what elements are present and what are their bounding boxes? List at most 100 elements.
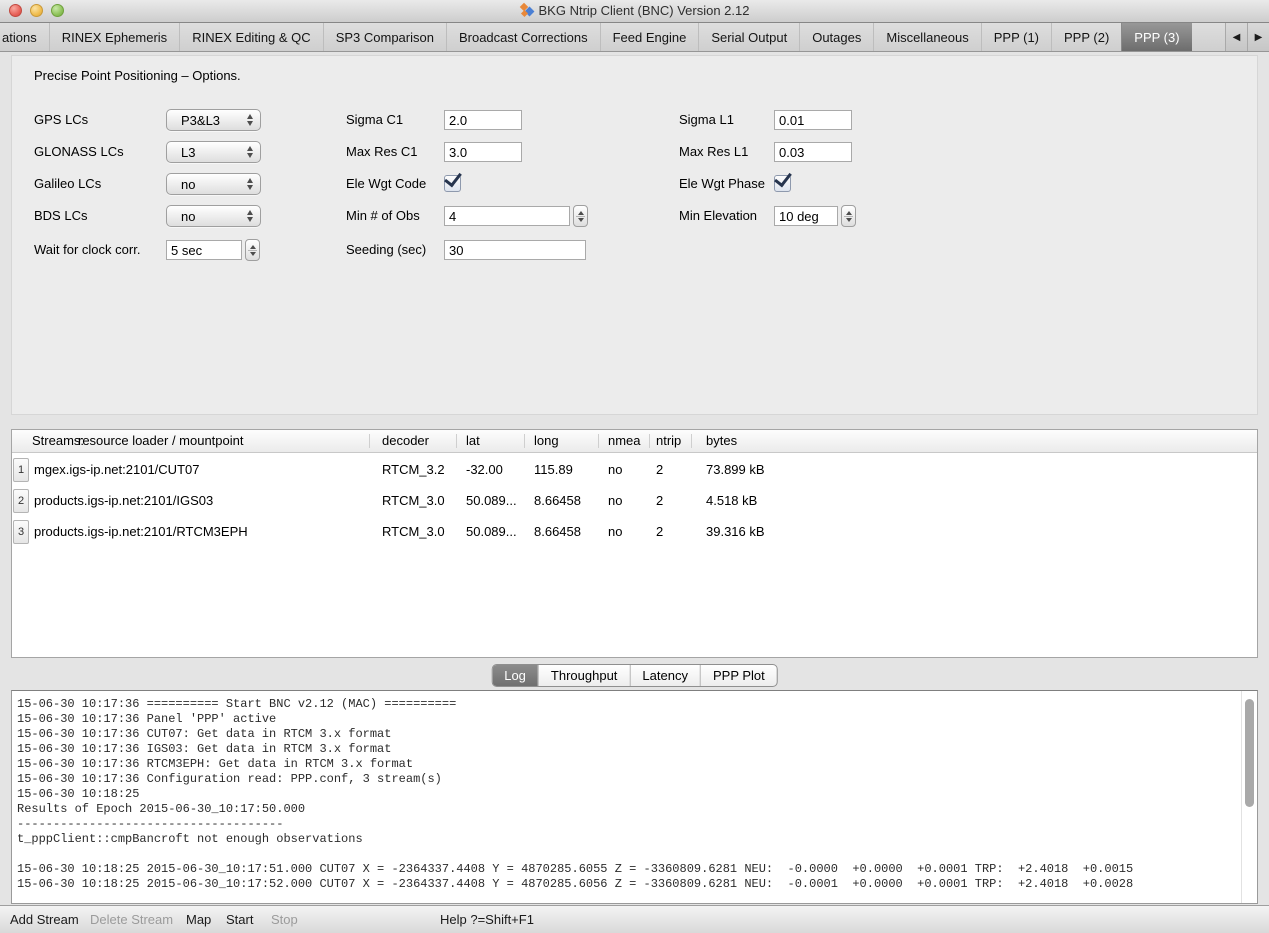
cell-ntrip: 2 [656,518,663,546]
min-elevation-stepper[interactable] [841,205,856,227]
checkmark-icon [774,169,792,188]
tab-feed-engine[interactable]: Feed Engine [600,23,699,51]
sigma-c1-label: Sigma C1 [346,110,403,130]
header-bytes: bytes [706,430,737,452]
min-elevation-input[interactable] [774,206,838,226]
min-obs-stepper[interactable] [573,205,588,227]
cell-bytes: 4.518 kB [706,487,757,515]
min-obs-input[interactable] [444,206,570,226]
status-bar: Add Stream Delete Stream Map Start Stop … [0,905,1269,933]
title-bar[interactable]: BKG Ntrip Client (BNC) Version 2.12 [0,0,1269,23]
updown-arrows-icon [247,146,253,158]
gps-lcs-value: P3&L3 [167,113,247,128]
bnc-app-icon [520,4,535,17]
tab-ppp-2[interactable]: PPP (2) [1051,23,1121,51]
gps-lcs-label: GPS LCs [34,110,88,130]
log-scrollbar[interactable] [1241,691,1257,903]
seeding-input[interactable] [444,240,586,260]
header-long: long [534,430,559,452]
tab-ppp-3[interactable]: PPP (3) [1121,23,1191,51]
stop-button[interactable]: Stop [271,906,298,933]
gps-lcs-dropdown[interactable]: P3&L3 [166,109,261,131]
delete-stream-button[interactable]: Delete Stream [90,906,173,933]
log-line: t_pppClient::cmpBancroft not enough obse… [17,832,1239,847]
tab-latency[interactable]: Latency [629,665,700,686]
header-streams: Streams: [32,430,84,452]
ele-wgt-phase-checkbox[interactable] [774,175,791,192]
galileo-lcs-dropdown[interactable]: no [166,173,261,195]
updown-arrows-icon [247,178,253,190]
add-stream-button[interactable]: Add Stream [10,906,79,933]
tab-rinex-ephemeris[interactable]: RINEX Ephemeris [49,23,179,51]
streams-table: Streams: resource loader / mountpoint de… [11,429,1258,658]
header-nmea: nmea [608,430,641,452]
cell-lat: 50.089... [466,487,517,515]
cell-ntrip: 2 [656,456,663,484]
cell-ntrip: 2 [656,487,663,515]
triangle-left-icon: ◀ [1233,32,1241,43]
tab-ppp-1[interactable]: PPP (1) [981,23,1051,51]
tab-serial-output[interactable]: Serial Output [698,23,799,51]
cell-lat: -32.00 [466,456,503,484]
header-lat: lat [466,430,480,452]
cell-mountpoint: products.igs-ip.net:2101/IGS03 [34,487,213,515]
log-line: 15-06-30 10:17:36 Panel 'PPP' active [17,712,1239,727]
tab-rinex-editing-qc[interactable]: RINEX Editing & QC [179,23,323,51]
streams-table-header[interactable]: Streams: resource loader / mountpoint de… [12,430,1257,453]
cell-nmea: no [608,487,622,515]
sigma-l1-input[interactable] [774,110,852,130]
header-ntrip: ntrip [656,430,681,452]
log-line: 15-06-30 10:17:36 ========== Start BNC v… [17,697,1239,712]
cell-mountpoint: mgex.igs-ip.net:2101/CUT07 [34,456,199,484]
tab-scroll-left-button[interactable]: ◀ [1225,23,1247,51]
sigma-c1-input[interactable] [444,110,522,130]
log-line: 15-06-30 10:17:36 Configuration read: PP… [17,772,1239,787]
tab-throughput[interactable]: Throughput [538,665,630,686]
tab-ppp-plot[interactable]: PPP Plot [700,665,777,686]
start-button[interactable]: Start [226,906,253,933]
ele-wgt-phase-label: Ele Wgt Phase [679,174,765,194]
max-res-c1-input[interactable] [444,142,522,162]
log-pane[interactable]: 15-06-30 10:17:36 ========== Start BNC v… [11,690,1258,904]
triangle-right-icon: ▶ [1255,32,1263,43]
ele-wgt-code-label: Ele Wgt Code [346,174,426,194]
log-line: 15-06-30 10:17:36 IGS03: Get data in RTC… [17,742,1239,757]
tab-sp3-comparison[interactable]: SP3 Comparison [323,23,446,51]
header-decoder: decoder [382,430,429,452]
row-number[interactable]: 3 [13,520,29,544]
log-scrollbar-thumb[interactable] [1245,699,1254,807]
row-number[interactable]: 1 [13,458,29,482]
bds-lcs-label: BDS LCs [34,206,87,226]
bds-lcs-dropdown[interactable]: no [166,205,261,227]
wait-clock-input[interactable] [166,240,242,260]
main-tab-bar: ations RINEX Ephemeris RINEX Editing & Q… [0,23,1269,52]
glonass-lcs-dropdown[interactable]: L3 [166,141,261,163]
tab-broadcast-corrections[interactable]: Broadcast Corrections [446,23,600,51]
tab-miscellaneous[interactable]: Miscellaneous [873,23,980,51]
row-number[interactable]: 2 [13,489,29,513]
wait-clock-stepper[interactable] [245,239,260,261]
table-row[interactable]: 2 products.igs-ip.net:2101/IGS03 RTCM_3.… [12,487,1257,515]
cell-bytes: 39.316 kB [706,518,765,546]
cell-bytes: 73.899 kB [706,456,765,484]
tab-scroll-right-button[interactable]: ▶ [1247,23,1269,51]
glonass-lcs-value: L3 [167,145,247,160]
tab-ations[interactable]: ations [0,23,49,51]
table-row[interactable]: 1 mgex.igs-ip.net:2101/CUT07 RTCM_3.2 -3… [12,456,1257,484]
min-elevation-label: Min Elevation [679,206,757,226]
min-obs-label: Min # of Obs [346,206,420,226]
max-res-l1-label: Max Res L1 [679,142,748,162]
tab-scroll-buttons: ◀ ▶ [1225,23,1269,51]
cell-long: 8.66458 [534,487,581,515]
galileo-lcs-label: Galileo LCs [34,174,101,194]
glonass-lcs-label: GLONASS LCs [34,142,124,162]
max-res-l1-input[interactable] [774,142,852,162]
cell-decoder: RTCM_3.2 [382,456,445,484]
tab-outages[interactable]: Outages [799,23,873,51]
cell-nmea: no [608,518,622,546]
map-button[interactable]: Map [186,906,211,933]
table-row[interactable]: 3 products.igs-ip.net:2101/RTCM3EPH RTCM… [12,518,1257,546]
log-line: 15-06-30 10:17:36 CUT07: Get data in RTC… [17,727,1239,742]
tab-log[interactable]: Log [492,665,538,686]
ele-wgt-code-checkbox[interactable] [444,175,461,192]
